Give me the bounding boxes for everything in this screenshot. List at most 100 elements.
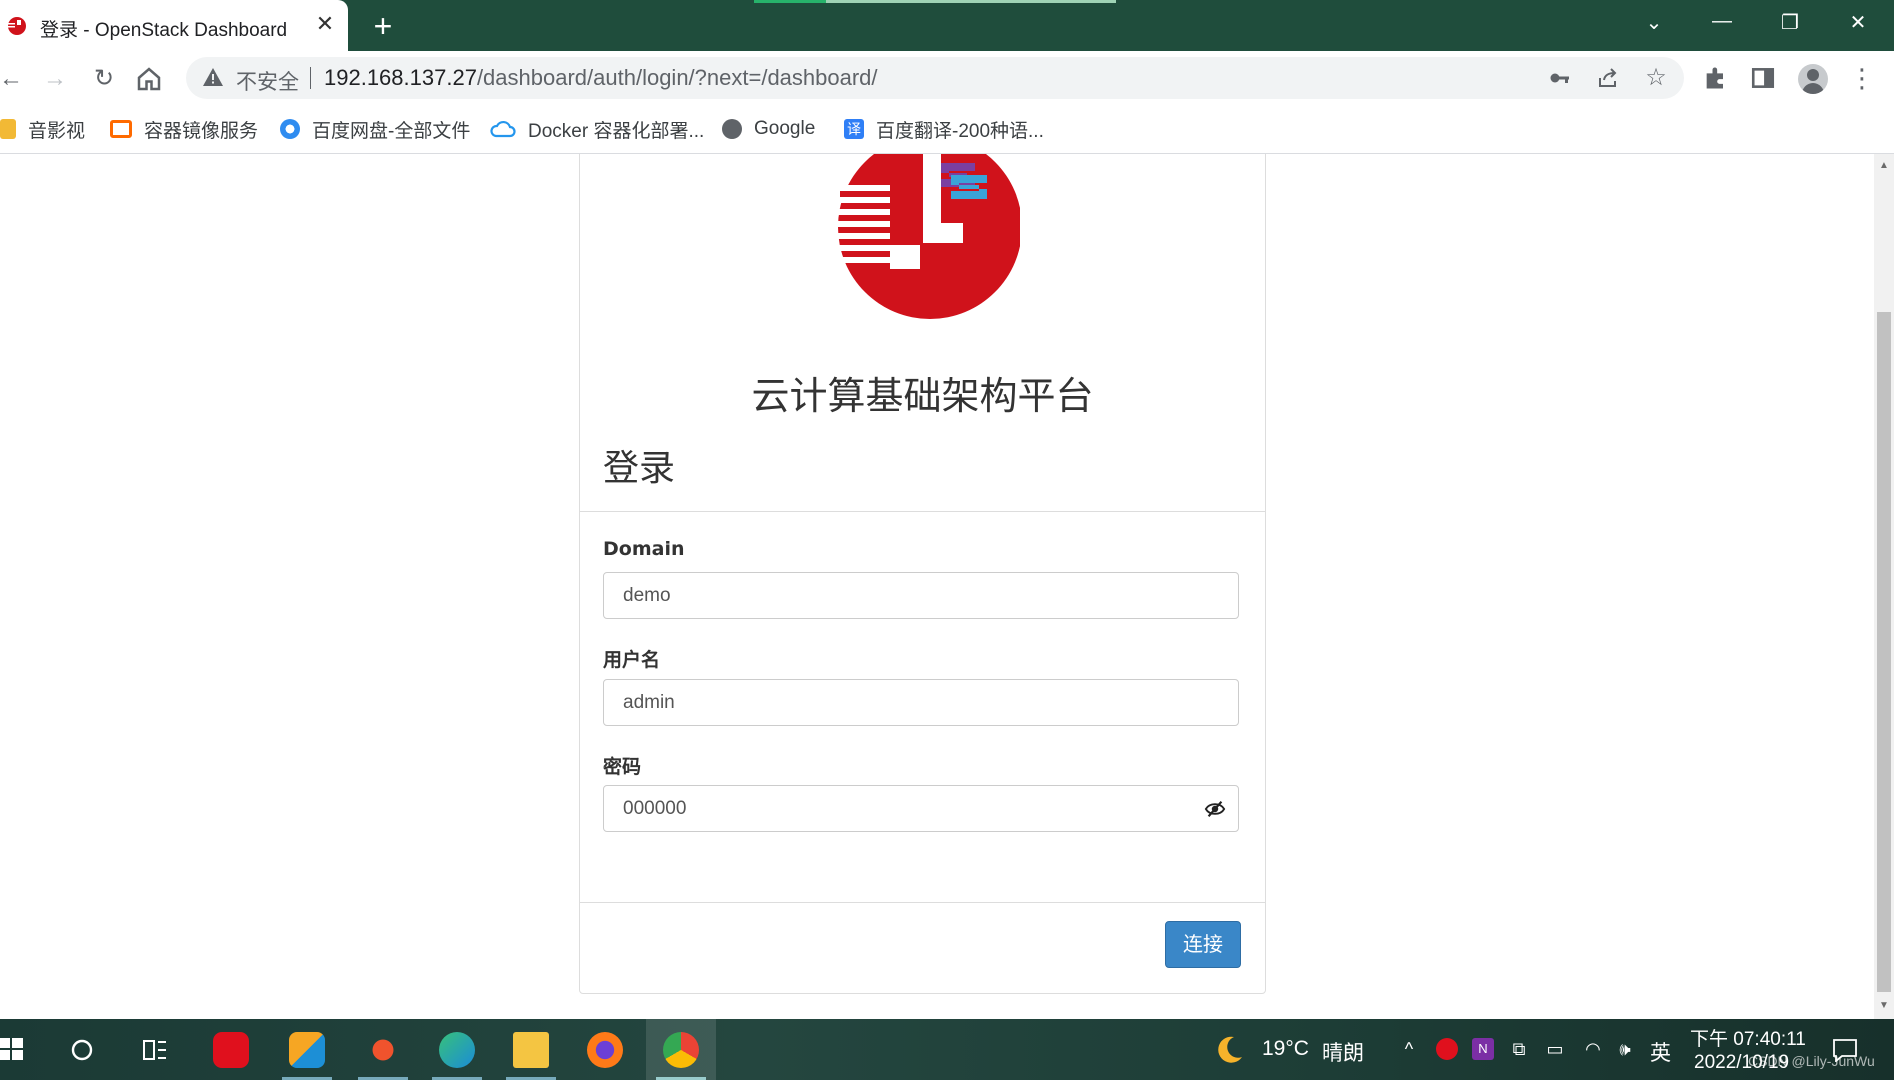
clock-time[interactable]: 下午 07:40:11 [1690, 1024, 1806, 1051]
cloud-icon [490, 120, 516, 138]
windows-taskbar: 19°C 晴朗 ^ N ⧉ ▭ ◠ 🕪 英 下午 07:40:11 2022/1… [0, 1019, 1894, 1080]
forward-icon[interactable]: → [38, 62, 72, 96]
bookmark-item[interactable]: Docker 容器化部署... [490, 117, 705, 142]
sidepanel-icon[interactable] [1750, 65, 1776, 91]
bookmark-label: Google [754, 118, 816, 139]
share-icon[interactable] [1596, 66, 1620, 90]
scroll-up-icon[interactable]: ▲ [1878, 160, 1890, 171]
netease-tray-icon[interactable] [1436, 1038, 1458, 1060]
profile-icon[interactable] [1798, 64, 1828, 94]
edge-app[interactable] [422, 1019, 492, 1080]
login-heading: 登录 [603, 448, 676, 489]
password-label: 密码 [603, 756, 642, 778]
ime-indicator[interactable]: 英 [1650, 1037, 1671, 1067]
tab-close-icon[interactable]: ✕ [312, 11, 338, 37]
minimize-button[interactable]: — [1702, 10, 1742, 33]
url-path: /dashboard/auth/login/?next=/dashboard/ [476, 65, 878, 90]
connect-button[interactable]: 连接 [1165, 921, 1241, 968]
file-explorer-app[interactable] [496, 1019, 566, 1080]
windows-start-icon[interactable] [0, 1037, 24, 1061]
weather-desc[interactable]: 晴朗 [1322, 1037, 1364, 1067]
chrome-app[interactable] [646, 1019, 716, 1080]
home-icon[interactable] [134, 64, 164, 94]
address-bar[interactable]: 不安全 192.168.137.27/dashboard/auth/login/… [186, 57, 1684, 99]
bookmark-label: 音影视 [28, 120, 86, 142]
tab-strip: 登录 - OpenStack Dashboard ✕ + ⌄ — ❐ ✕ [0, 0, 1894, 51]
domain-label: Domain [603, 538, 685, 560]
task-view-icon[interactable] [142, 1037, 168, 1063]
header-divider [580, 511, 1265, 512]
browser-tab[interactable]: 登录 - OpenStack Dashboard ✕ [0, 0, 348, 51]
baidu-translate-icon: 译 [844, 119, 864, 139]
chevron-up-icon[interactable]: ^ [1398, 1038, 1420, 1060]
netease-music-app[interactable] [196, 1019, 266, 1080]
chrome-icon [663, 1032, 699, 1068]
back-icon[interactable]: ← [0, 62, 28, 96]
onenote-icon[interactable]: N [1472, 1038, 1494, 1060]
url-host: 192.168.137.27 [324, 65, 477, 90]
cortana-icon[interactable] [70, 1038, 94, 1062]
snail-icon [365, 1032, 401, 1068]
brand-logo-icon [830, 154, 1020, 319]
firefox-icon [587, 1032, 623, 1068]
page-scrollbar[interactable]: ▲ ▼ [1874, 154, 1894, 1019]
weather-temp[interactable]: 19°C [1262, 1037, 1309, 1061]
url-text[interactable]: 192.168.137.27/dashboard/auth/login/?nex… [324, 65, 878, 91]
warning-icon [203, 68, 223, 86]
scroll-thumb[interactable] [1877, 312, 1891, 992]
loading-indicator-track [826, 0, 1116, 3]
edge-icon [439, 1032, 475, 1068]
restore-button[interactable]: ❐ [1770, 10, 1810, 35]
firefox-app[interactable] [570, 1019, 640, 1080]
aliyun-icon [110, 120, 132, 138]
menu-icon[interactable]: ⋮ [1846, 62, 1878, 94]
key-icon[interactable] [1548, 66, 1572, 90]
vmware-icon [289, 1032, 325, 1068]
close-window-button[interactable]: ✕ [1838, 10, 1878, 35]
username-label: 用户名 [603, 649, 661, 671]
insecure-label[interactable]: 不安全 [236, 66, 299, 96]
snail-app[interactable] [348, 1019, 418, 1080]
eye-slash-icon[interactable] [1204, 798, 1226, 820]
omnibox-separator [310, 67, 311, 89]
tab-title: 登录 - OpenStack Dashboard [40, 20, 288, 41]
globe-icon [722, 119, 742, 139]
bookmark-item[interactable]: 音影视 [0, 117, 86, 142]
volume-icon[interactable]: 🕪 [1614, 1038, 1636, 1060]
page-viewport: 云计算基础架构平台 登录 Domain demo 用户名 admin 密码 00… [0, 154, 1874, 1019]
moon-weather-icon [1218, 1036, 1242, 1063]
password-value: 000000 [623, 798, 687, 819]
bookmark-item[interactable]: 百度网盘-全部文件 [280, 117, 471, 142]
bookmark-item[interactable]: 容器镜像服务 [110, 117, 259, 142]
devices-icon[interactable]: ⧉ [1508, 1038, 1530, 1060]
platform-title: 云计算基础架构平台 [751, 374, 1094, 418]
password-field[interactable]: 000000 [603, 785, 1239, 832]
username-field[interactable]: admin [603, 679, 1239, 726]
login-panel: 云计算基础架构平台 登录 Domain demo 用户名 admin 密码 00… [579, 154, 1266, 994]
loading-indicator [754, 0, 826, 3]
domain-field[interactable]: demo [603, 572, 1239, 619]
new-tab-button[interactable]: + [366, 9, 400, 43]
notification-icon[interactable] [1832, 1038, 1858, 1062]
bookmark-item[interactable]: Google [722, 117, 815, 141]
tab-search-icon[interactable]: ⌄ [1634, 10, 1674, 35]
bookmark-label: 百度网盘-全部文件 [312, 120, 471, 142]
netease-music-icon [213, 1032, 249, 1068]
bookmark-label: Docker 容器化部署... [528, 120, 705, 142]
bookmark-label: 百度翻译-200种语... [876, 120, 1044, 142]
star-icon[interactable]: ☆ [1644, 66, 1668, 90]
folder-icon [0, 119, 16, 139]
bookmarks-bar: 音影视 容器镜像服务 百度网盘-全部文件 Docker 容器化部署... Goo… [0, 105, 1894, 154]
bookmark-item[interactable]: 译 百度翻译-200种语... [844, 117, 1044, 142]
wifi-icon[interactable]: ◠ [1582, 1038, 1604, 1060]
site-favicon-icon [8, 17, 26, 35]
battery-icon[interactable]: ▭ [1544, 1038, 1566, 1060]
scroll-down-icon[interactable]: ▼ [1878, 1000, 1890, 1011]
baidu-netdisk-icon [280, 119, 300, 139]
bookmark-label: 容器镜像服务 [144, 120, 259, 142]
folder-icon [513, 1032, 549, 1068]
vmware-app[interactable] [272, 1019, 342, 1080]
reload-icon[interactable]: ↻ [87, 62, 121, 96]
extensions-icon[interactable] [1702, 64, 1730, 92]
footer-divider [580, 902, 1265, 903]
